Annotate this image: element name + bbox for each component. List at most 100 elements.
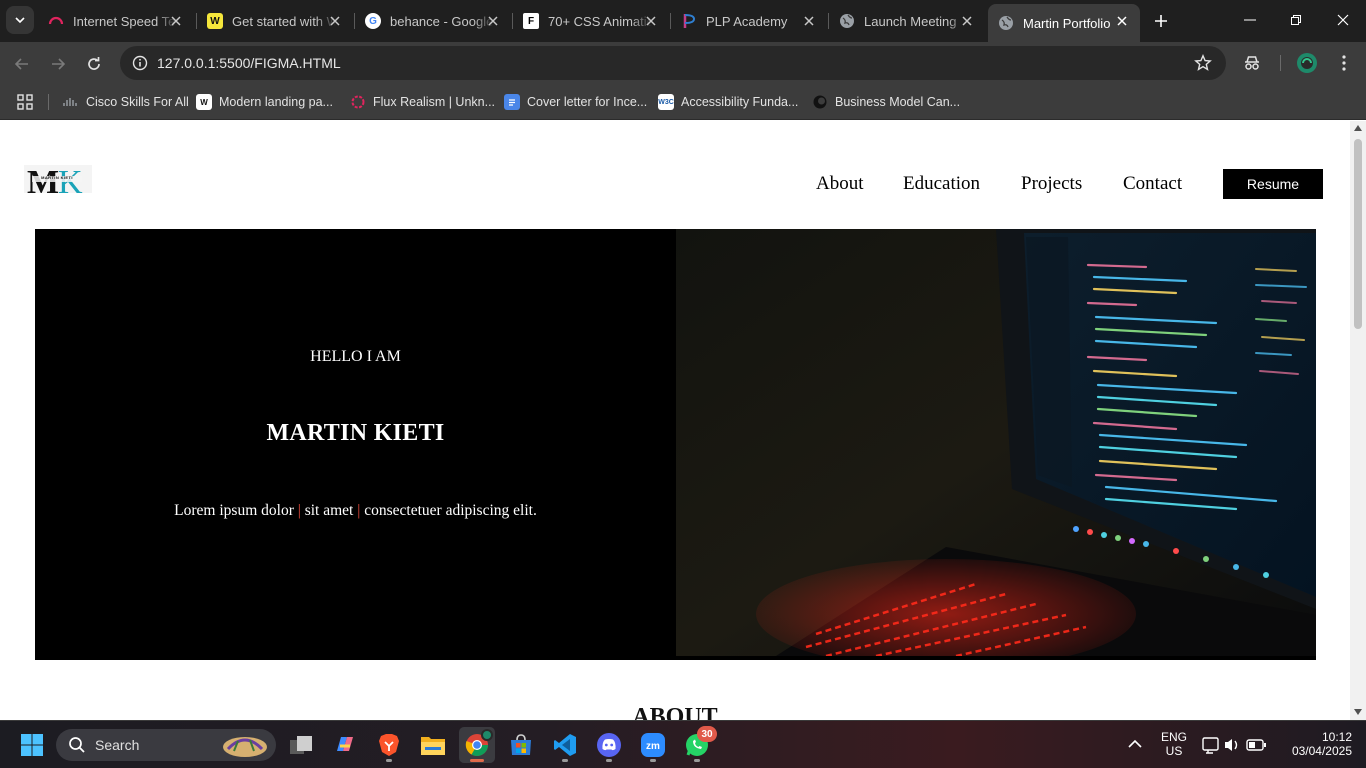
clock-time: 10:12 (1321, 730, 1352, 744)
address-bar[interactable]: 127.0.0.1:5500/FIGMA.HTML (120, 46, 1226, 80)
reload-icon (88, 57, 100, 70)
search-icon (69, 737, 85, 753)
scroll-down-icon[interactable] (1354, 709, 1362, 715)
bookmark-star-icon[interactable] (1194, 54, 1212, 77)
scroll-up-icon[interactable] (1354, 125, 1362, 131)
about-heading: ABOUT (632, 704, 718, 720)
resume-button[interactable]: Resume (1223, 169, 1323, 199)
bookmark-label: Modern landing pa... (219, 95, 333, 109)
tagline-part: consectetuer adipiscing elit. (364, 502, 537, 519)
tab-google-search[interactable]: G behance - Google Search (355, 4, 511, 38)
taskbar-copilot[interactable] (327, 727, 363, 763)
tab-title: behance - Google Search (390, 13, 494, 29)
bookmark-label: Cisco Skills For All (86, 95, 189, 109)
region-code: US (1165, 744, 1183, 758)
back-button[interactable] (8, 50, 36, 78)
bookmark-business-model[interactable]: Business Model Can... (812, 91, 960, 113)
close-tab-icon[interactable] (1114, 13, 1130, 29)
tray-overflow-button[interactable] (1126, 735, 1144, 758)
logo-text: MARTIN KIETI (41, 175, 73, 180)
nav-contact[interactable]: Contact (1123, 173, 1182, 195)
taskbar-brave[interactable] (371, 727, 407, 763)
volume-icon (1225, 739, 1238, 751)
reload-button[interactable] (80, 50, 108, 78)
page-scrollbar[interactable] (1350, 121, 1366, 720)
globe-icon (839, 13, 855, 29)
tab-martin-portfolio[interactable]: Martin Portfolio (988, 4, 1140, 42)
incognito-extension-icon[interactable] (1240, 51, 1264, 75)
close-tab-icon[interactable] (801, 13, 817, 29)
site-logo[interactable]: M K MARTIN KIETI (24, 159, 92, 201)
tab-webflow[interactable]: W Get started with Webflow (197, 4, 353, 38)
web-page: M K MARTIN KIETI About Education Project… (0, 121, 1350, 720)
browser-tab-strip: Internet Speed Test W Get started with W… (0, 0, 1366, 42)
forward-button[interactable] (44, 50, 72, 78)
tagline-separator: | (297, 502, 301, 519)
windows-logo-icon (21, 734, 43, 756)
plus-icon (1155, 15, 1167, 27)
speedtest-icon (48, 13, 64, 29)
close-tab-icon[interactable] (485, 13, 501, 29)
tab-plp-academy[interactable]: PLP Academy (671, 4, 827, 38)
restore-button[interactable] (1282, 8, 1310, 32)
taskbar-ms-store[interactable] (503, 727, 539, 763)
close-tab-icon[interactable] (327, 13, 343, 29)
bookmark-cisco[interactable]: Cisco Skills For All (63, 91, 189, 113)
docs-icon (504, 94, 520, 110)
taskbar-whatsapp[interactable]: 30 (679, 726, 717, 763)
apps-button[interactable] (16, 91, 34, 113)
task-view-button[interactable] (283, 727, 319, 763)
brave-icon (379, 734, 399, 756)
profile-badge-icon (481, 729, 493, 741)
bookmark-cover-letter[interactable]: Cover letter for Ince... (504, 91, 647, 113)
tab-css-animations[interactable]: F 70+ CSS Animations (513, 4, 669, 38)
store-icon (511, 734, 531, 755)
bookmark-modern-landing[interactable]: W Modern landing pa... (196, 91, 333, 113)
url-text: 127.0.0.1:5500/FIGMA.HTML (157, 55, 341, 71)
globe-icon (998, 15, 1014, 31)
nav-projects[interactable]: Projects (1021, 173, 1082, 195)
hero-laptop-image (676, 229, 1316, 656)
f-logo-icon: F (523, 13, 539, 29)
bookmarks-bar: Cisco Skills For All W Modern landing pa… (0, 84, 1366, 120)
taskbar-zoom[interactable]: zm (635, 727, 671, 763)
close-tab-icon[interactable] (168, 13, 184, 29)
close-tab-icon[interactable] (643, 13, 659, 29)
hero-name: MARTIN KIETI (266, 420, 445, 446)
close-tab-icon[interactable] (959, 13, 975, 29)
taskbar-vscode[interactable] (547, 727, 583, 763)
w3c-icon: W3C (658, 94, 674, 110)
cisco-icon (63, 94, 79, 110)
close-window-button[interactable] (1329, 8, 1357, 32)
google-icon: G (365, 13, 381, 29)
tagline-separator: | (357, 502, 361, 519)
taskbar-chrome[interactable] (459, 727, 495, 763)
profile-avatar[interactable] (1295, 51, 1319, 75)
zoom-icon: zm (641, 733, 665, 757)
search-placeholder: Search (95, 737, 140, 753)
quick-settings[interactable] (1201, 735, 1271, 760)
nav-about[interactable]: About (816, 173, 864, 195)
arrow-left-icon (14, 58, 28, 70)
clock[interactable]: 10:12 03/04/2025 (1280, 730, 1352, 758)
tagline-part: sit amet (304, 502, 354, 519)
bookmark-accessibility[interactable]: W3C Accessibility Funda... (658, 91, 798, 113)
chevron-down-icon (15, 17, 25, 24)
nav-education[interactable]: Education (903, 173, 980, 195)
new-tab-button[interactable] (1150, 10, 1172, 32)
chrome-menu-button[interactable] (1332, 51, 1356, 75)
tab-search-button[interactable] (6, 6, 34, 34)
taskbar-search[interactable]: Search (56, 729, 276, 761)
language-indicator[interactable]: ENG US (1158, 730, 1190, 758)
battery-icon (1246, 739, 1266, 751)
start-button[interactable] (14, 727, 50, 763)
webflow-icon: W (196, 94, 212, 110)
taskbar-discord[interactable] (591, 727, 627, 763)
tab-speedtest[interactable]: Internet Speed Test (38, 4, 194, 38)
site-info-icon[interactable] (132, 55, 148, 76)
tab-launch-meeting[interactable]: Launch Meeting (829, 4, 985, 38)
scrollbar-thumb[interactable] (1354, 139, 1362, 329)
taskbar-file-explorer[interactable] (415, 727, 451, 763)
minimize-button[interactable] (1236, 8, 1264, 32)
bookmark-flux-realism[interactable]: Flux Realism | Unkn... (350, 91, 495, 113)
